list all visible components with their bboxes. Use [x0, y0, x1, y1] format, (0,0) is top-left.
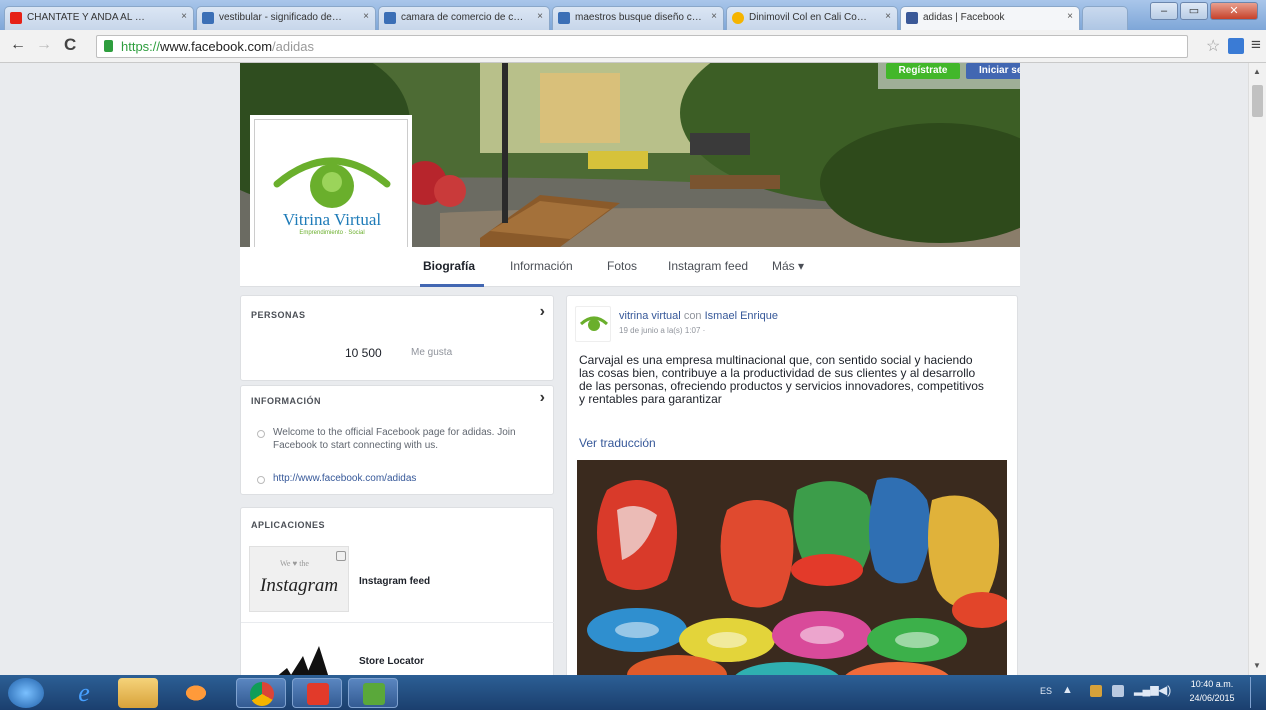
timeline-post: vitrina virtual con Ismael Enrique 19 de…	[566, 295, 1018, 675]
minimize-button[interactable]: –	[1150, 2, 1178, 20]
chevron-right-icon[interactable]: ›	[540, 303, 545, 321]
tab-instagram-feed[interactable]: Instagram feed	[668, 259, 748, 273]
volume-icon[interactable]: ◀)	[1158, 683, 1171, 697]
instagram-thumbnail[interactable]: We ♥ the Instagram	[249, 546, 349, 612]
browser-toolbar: ← → C https://www.facebook.com/adidas ☆ …	[0, 30, 1266, 63]
post-avatar[interactable]	[575, 306, 611, 342]
page-icon	[558, 12, 570, 24]
post-timestamp[interactable]: 19 de junio a la(s) 1:07 ·	[619, 326, 705, 335]
info-card: INFORMACIÓN › Welcome to the official Fa…	[240, 385, 554, 495]
tray-expand-icon[interactable]: ▲	[1062, 684, 1073, 696]
start-button[interactable]	[8, 678, 44, 708]
page-nav: Biografía Información Fotos Instagram fe…	[240, 247, 1020, 287]
login-button[interactable]: Iniciar sesión	[966, 63, 1020, 79]
close-tab-icon[interactable]: ×	[1067, 11, 1073, 22]
info-heading: INFORMACIÓN	[251, 396, 321, 406]
register-button[interactable]: Regístrate	[886, 63, 960, 79]
show-desktop-button[interactable]	[1250, 677, 1264, 708]
app-store-locator[interactable]: Store Locator	[359, 656, 424, 667]
youtube-icon	[10, 12, 22, 24]
extension-icon[interactable]	[1228, 38, 1244, 54]
internet-explorer-icon[interactable]: e	[62, 678, 106, 708]
apps-card: APLICACIONES We ♥ the Instagram Instagra…	[240, 507, 555, 675]
file-explorer-icon[interactable]	[118, 678, 158, 708]
camera-icon	[336, 551, 346, 561]
maximize-button[interactable]: ▭	[1180, 2, 1208, 20]
browser-tab-active[interactable]: adidas | Facebook ×	[900, 6, 1080, 31]
scroll-thumb[interactable]	[1252, 85, 1263, 117]
apps-heading: APLICACIONES	[251, 520, 326, 530]
tray-app-icon[interactable]	[1090, 685, 1102, 697]
info-icon	[257, 430, 265, 438]
post-text: Carvajal es una empresa multinacional qu…	[579, 353, 984, 406]
active-tab-indicator	[420, 284, 484, 287]
page-icon	[732, 12, 744, 24]
page-icon	[202, 12, 214, 24]
app-instagram-feed[interactable]: Instagram feed	[359, 576, 430, 587]
app-taskbar-button[interactable]	[292, 678, 342, 708]
post-image[interactable]	[577, 460, 1007, 675]
people-card: PERSONAS › 10 500 Me gusta	[240, 295, 554, 381]
browser-tab[interactable]: Dinimovil Col en Cali Co… ×	[726, 6, 898, 30]
reload-icon[interactable]: C	[64, 35, 76, 55]
tab-fotos[interactable]: Fotos	[607, 259, 637, 273]
tab-informacion[interactable]: Información	[510, 259, 573, 273]
app-icon	[363, 683, 385, 705]
browser-tab[interactable]: camara de comercio de c… ×	[378, 6, 550, 30]
chrome-taskbar-button[interactable]	[236, 678, 286, 708]
clock-date[interactable]: 24/06/2015	[1184, 693, 1240, 703]
browser-tab[interactable]: maestros busque diseño c… ×	[552, 6, 724, 30]
clock-time[interactable]: 10:40 a.m.	[1184, 679, 1240, 689]
page-content: Regístrate Iniciar sesión Vitrina Virtua…	[0, 63, 1248, 675]
close-tab-icon[interactable]: ×	[181, 11, 187, 22]
page-scrollbar[interactable]: ▲ ▼	[1248, 63, 1266, 675]
close-tab-icon[interactable]: ×	[885, 11, 891, 22]
adidas-logo-icon[interactable]: adidas	[267, 638, 337, 675]
likes-label: Me gusta	[411, 347, 453, 358]
tray-network-icon[interactable]	[1112, 685, 1124, 697]
lock-icon	[104, 40, 113, 52]
menu-icon[interactable]: ≡	[1251, 35, 1261, 55]
instagram-icon: Instagram	[260, 575, 339, 596]
post-author[interactable]: vitrina virtual	[619, 310, 681, 322]
page-icon	[384, 12, 396, 24]
app-taskbar-button[interactable]	[348, 678, 398, 708]
close-tab-icon[interactable]: ×	[363, 11, 369, 22]
close-tab-icon[interactable]: ×	[537, 11, 543, 22]
chevron-right-icon[interactable]: ›	[540, 389, 545, 407]
divider	[241, 622, 555, 623]
scroll-down-icon[interactable]: ▼	[1253, 661, 1261, 670]
signal-icon[interactable]: ▂▄▆	[1134, 683, 1159, 696]
scroll-up-icon[interactable]: ▲	[1253, 67, 1261, 76]
close-window-button[interactable]: ✕	[1210, 2, 1258, 20]
logo-subtext: Emprendimiento · Social	[299, 230, 365, 236]
info-description: Welcome to the official Facebook page fo…	[273, 427, 516, 451]
tab-biografia[interactable]: Biografía	[423, 259, 475, 273]
facebook-icon	[906, 12, 918, 24]
windows-taskbar: e ES ▲ ▂▄▆ ◀) 10:40 a.m. 24/06/2015	[0, 675, 1266, 710]
back-icon[interactable]: ←	[10, 36, 26, 54]
translate-link[interactable]: Ver traducción	[579, 436, 656, 450]
post-header: vitrina virtual con Ismael Enrique	[619, 310, 778, 322]
post-tagged[interactable]: Ismael Enrique	[705, 310, 778, 322]
address-bar[interactable]: https://www.facebook.com/adidas	[96, 35, 1188, 58]
browser-tab[interactable]: vestibular - significado de… ×	[196, 6, 376, 30]
close-tab-icon[interactable]: ×	[711, 11, 717, 22]
app-icon	[307, 683, 329, 705]
logo-text: Vitrina Virtual	[282, 210, 382, 229]
people-heading: PERSONAS	[251, 310, 306, 320]
new-tab-button[interactable]	[1082, 6, 1128, 30]
star-icon[interactable]: ☆	[1206, 36, 1220, 56]
tab-mas[interactable]: Más ▾	[772, 259, 804, 273]
chrome-icon	[250, 682, 274, 706]
language-indicator[interactable]: ES	[1040, 686, 1052, 696]
browser-tab[interactable]: CHANTATE Y ANDA AL … ×	[4, 6, 194, 30]
media-player-icon[interactable]	[176, 678, 216, 708]
globe-icon	[257, 476, 265, 484]
website-link[interactable]: http://www.facebook.com/adidas	[273, 473, 416, 484]
forward-icon[interactable]: →	[36, 36, 52, 54]
likes-count: 10 500	[345, 346, 382, 360]
browser-tab-strip: CHANTATE Y ANDA AL … × vestibular - sign…	[0, 0, 1266, 31]
